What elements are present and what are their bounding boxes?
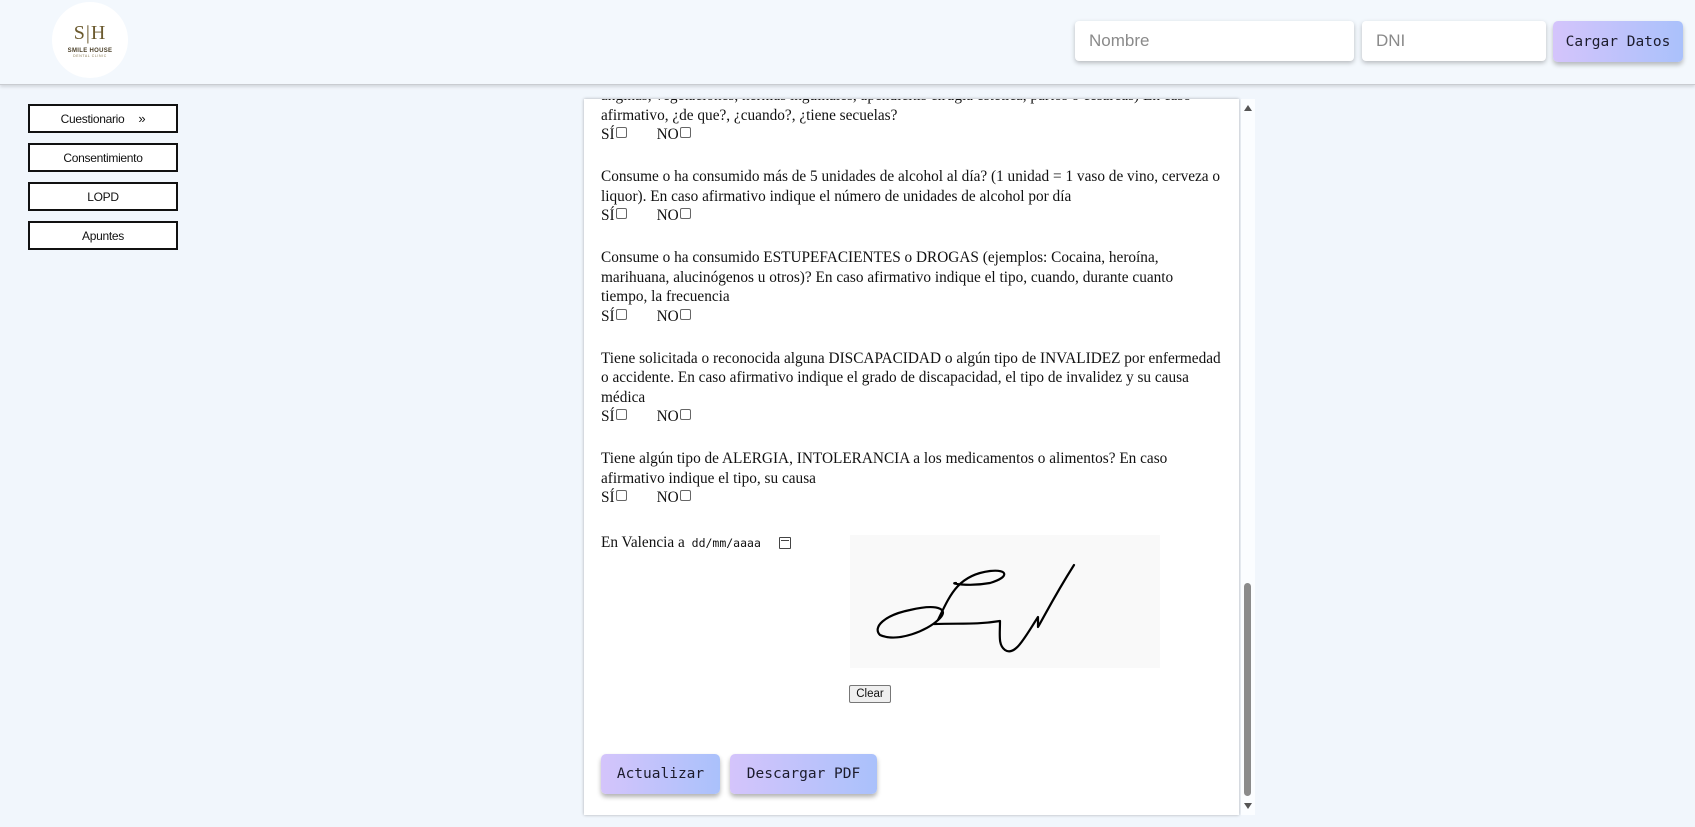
no-checkbox[interactable] <box>679 208 691 219</box>
question-item: Consume o ha consumido ESTUPEFACIENTES o… <box>601 248 1221 327</box>
no-label: NO <box>656 307 679 325</box>
sidebar-item-label: Cuestionario <box>60 111 125 126</box>
question-text: anginas, vegetaciones, hernias inguinale… <box>601 99 1191 124</box>
sidebar-item-lopd[interactable]: LOPD <box>28 182 178 211</box>
question-text: Tiene solicitada o reconocida alguna DIS… <box>601 349 1221 406</box>
clinic-logo[interactable]: S|H SMILE HOUSE DENTAL CLINIC <box>52 2 128 78</box>
signature-pad[interactable] <box>850 535 1160 668</box>
date-input[interactable]: dd/mm/aaaa <box>692 536 761 550</box>
calendar-icon[interactable] <box>778 537 791 550</box>
yes-no-row: SÍ NO <box>601 407 1221 427</box>
dni-input[interactable] <box>1362 21 1546 61</box>
nombre-input[interactable] <box>1075 21 1354 61</box>
yes-checkbox[interactable] <box>615 409 627 420</box>
yes-label: SÍ <box>601 126 615 144</box>
logo-mark: S|H <box>73 21 107 44</box>
no-label: NO <box>656 126 679 144</box>
no-checkbox[interactable] <box>679 308 691 320</box>
question-item: Tiene algún tipo de ALERGIA, INTOLERANCI… <box>601 449 1221 508</box>
yes-checkbox[interactable] <box>615 308 627 320</box>
yes-checkbox[interactable] <box>615 208 627 219</box>
logo-subtitle: DENTAL CLINIC <box>73 53 107 58</box>
question-text: Consume o ha consumido más de 5 unidades… <box>601 168 1221 205</box>
no-label: NO <box>656 408 679 426</box>
date-row: En Valencia a dd/mm/aaaa <box>601 534 791 552</box>
arrow-down-icon[interactable] <box>1244 803 1252 809</box>
yes-no-row: SÍ NO <box>601 206 1221 226</box>
yes-no-row: SÍ NO <box>601 125 1221 145</box>
no-checkbox[interactable] <box>679 127 691 138</box>
question-text: Consume o ha consumido ESTUPEFACIENTES o… <box>601 249 1174 305</box>
place-label: En Valencia a <box>601 534 685 551</box>
clear-signature-button[interactable]: Clear <box>849 685 891 703</box>
sidebar-item-label: Apuntes <box>82 228 124 243</box>
questionnaire-panel[interactable]: anginas, vegetaciones, hernias inguinale… <box>584 99 1239 815</box>
sidebar-item-label: LOPD <box>87 189 119 204</box>
sidebar-item-apuntes[interactable]: Apuntes <box>28 221 178 250</box>
signature-drawing <box>876 563 1076 653</box>
yes-checkbox[interactable] <box>615 127 627 138</box>
yes-no-row: SÍ NO <box>601 488 1221 508</box>
load-data-button[interactable]: Cargar Datos <box>1553 21 1683 62</box>
panel-scrollbar[interactable] <box>1241 99 1255 815</box>
question-item: Consume o ha consumido más de 5 unidades… <box>601 167 1221 226</box>
question-text: Tiene algún tipo de ALERGIA, INTOLERANCI… <box>601 450 1168 487</box>
yes-label: SÍ <box>601 207 615 225</box>
no-label: NO <box>656 207 679 225</box>
top-bar: S|H SMILE HOUSE DENTAL CLINIC Cargar Dat… <box>0 0 1695 85</box>
yes-checkbox[interactable] <box>615 490 627 501</box>
no-label: NO <box>656 489 679 507</box>
yes-label: SÍ <box>601 307 615 325</box>
arrow-up-icon[interactable] <box>1244 105 1252 111</box>
yes-no-row: SÍ NO <box>601 307 1221 327</box>
sidebar-item-label: Consentimiento <box>63 150 143 165</box>
yes-label: SÍ <box>601 489 615 507</box>
update-button[interactable]: Actualizar <box>601 754 720 794</box>
questionnaire-content: anginas, vegetaciones, hernias inguinale… <box>601 99 1221 530</box>
sidebar-item-consentimiento[interactable]: Consentimiento <box>28 143 178 172</box>
question-item: Tiene solicitada o reconocida alguna DIS… <box>601 349 1221 428</box>
sidebar-item-cuestionario[interactable]: Cuestionario » <box>28 104 178 133</box>
download-pdf-button[interactable]: Descargar PDF <box>730 754 877 794</box>
no-checkbox[interactable] <box>679 409 691 420</box>
scrollbar-thumb[interactable] <box>1244 583 1251 796</box>
yes-label: SÍ <box>601 408 615 426</box>
chevron-right-icon: » <box>138 111 146 126</box>
no-checkbox[interactable] <box>679 490 691 501</box>
question-item: anginas, vegetaciones, hernias inguinale… <box>601 99 1221 145</box>
